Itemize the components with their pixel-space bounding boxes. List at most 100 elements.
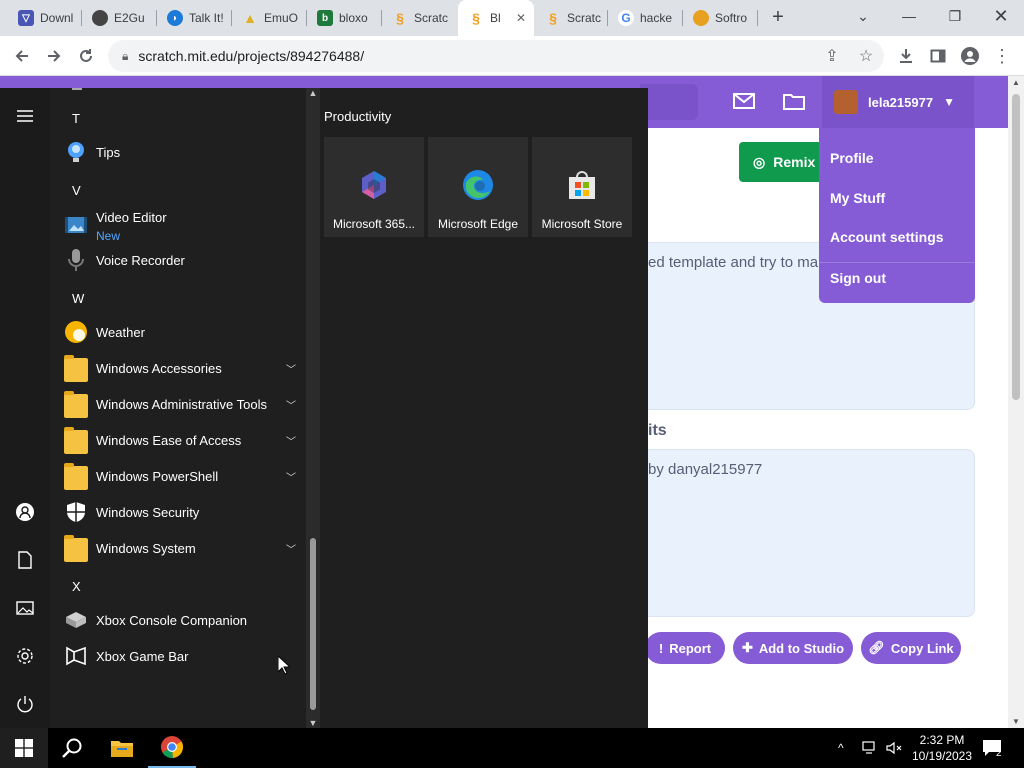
tab-search-icon[interactable]: ⌄ <box>840 0 886 32</box>
app-item-weather[interactable]: Weather <box>62 315 304 349</box>
user-menu-button[interactable]: lela215977 ▼ <box>822 76 974 128</box>
chevron-down-icon[interactable]: ﹀ <box>286 397 296 412</box>
menu-divider <box>819 262 975 263</box>
more-menu-icon[interactable]: ⋮ <box>990 44 1014 68</box>
app-item-voice-recorder[interactable]: Voice Recorder <box>62 243 304 277</box>
restore-button[interactable]: ❐ <box>932 0 978 32</box>
chevron-down-icon[interactable]: ﹀ <box>286 433 296 448</box>
notification-center-icon[interactable]: 2 <box>982 728 1002 768</box>
microsoft-store-icon <box>566 169 598 201</box>
show-hidden-icons-chevron-icon[interactable]: ^ <box>838 728 844 768</box>
browser-tab[interactable]: Ghacke <box>608 0 682 36</box>
copy-link-button[interactable]: 🔗︎ Copy Link <box>861 632 961 664</box>
menu-item-sign-out[interactable]: Sign out <box>830 270 886 286</box>
menu-item-profile[interactable]: Profile <box>830 150 874 166</box>
video-editor-icon <box>64 213 88 237</box>
xbox-console-icon <box>64 608 88 632</box>
chevron-down-icon[interactable]: ﹀ <box>286 469 296 484</box>
letter-header-t[interactable]: T <box>72 111 80 126</box>
scroll-up-arrow-icon[interactable]: ▲ <box>306 88 320 98</box>
minimize-button[interactable]: — <box>886 0 932 32</box>
link-icon: 🔗︎ <box>868 640 885 655</box>
profile-avatar-icon[interactable] <box>958 44 982 68</box>
app-item-windows-administrative-tools[interactable]: Windows Administrative Tools ﹀ <box>62 387 304 421</box>
my-stuff-folder-icon[interactable] <box>782 90 806 112</box>
notification-count: 2 <box>996 748 1002 759</box>
user-account-icon[interactable] <box>13 500 37 524</box>
menu-item-my-stuff[interactable]: My Stuff <box>830 190 885 206</box>
app-item-windows-powershell[interactable]: Windows PowerShell ﹀ <box>62 459 304 493</box>
microsoft-edge-icon <box>462 169 494 201</box>
browser-tab[interactable]: ▽ Downl <box>8 0 82 36</box>
hamburger-menu-icon[interactable] <box>13 104 37 128</box>
browser-tab[interactable]: Softro <box>683 0 757 36</box>
side-panel-icon[interactable] <box>926 44 950 68</box>
settings-gear-icon[interactable] <box>13 644 37 668</box>
app-list-scrollbar-thumb[interactable] <box>310 538 316 710</box>
documents-icon[interactable] <box>13 548 37 572</box>
pinned-tiles: Productivity Microsoft 365... Microsoft … <box>320 88 648 728</box>
browser-tab[interactable]: ▲ EmuO <box>232 0 306 36</box>
lock-icon: 🔒︎ <box>122 48 129 63</box>
network-icon[interactable] <box>862 728 878 768</box>
back-button[interactable] <box>10 44 34 68</box>
tile-microsoft-365[interactable]: Microsoft 365... <box>324 137 424 237</box>
chevron-down-icon[interactable]: ﹀ <box>286 541 296 556</box>
page-scrollbar-thumb[interactable] <box>1012 94 1020 400</box>
app-item-windows-security[interactable]: Windows Security <box>62 495 304 529</box>
app-list-scrollbar[interactable]: ▲ ▼ <box>306 88 320 728</box>
report-button[interactable]: ! Report <box>645 632 725 664</box>
messages-icon[interactable] <box>732 90 756 112</box>
system-clock[interactable]: 2:32 PM 10/19/2023 <box>910 732 974 764</box>
page-scrollbar[interactable]: ▲ ▼ <box>1008 76 1024 728</box>
scratch-favicon-icon: § <box>549 10 557 26</box>
browser-tab[interactable]: ◗ Talk It! <box>157 0 231 36</box>
browser-tab[interactable]: § Scratc <box>382 0 456 36</box>
scratch-favicon-icon: § <box>472 10 480 26</box>
download-icon[interactable] <box>894 44 918 68</box>
app-item-tips[interactable]: Tips <box>62 135 304 169</box>
add-to-studio-button[interactable]: ✚ Add to Studio <box>733 632 853 664</box>
tile-microsoft-store[interactable]: Microsoft Store <box>532 137 632 237</box>
scroll-up-arrow-icon[interactable]: ▲ <box>1008 78 1024 87</box>
forward-button[interactable] <box>42 44 66 68</box>
new-tab-button[interactable]: + <box>766 6 790 30</box>
search-bar[interactable] <box>640 84 698 120</box>
start-button[interactable] <box>0 728 48 768</box>
reload-button[interactable] <box>74 44 98 68</box>
chrome-icon[interactable] <box>148 728 196 768</box>
close-tab-icon[interactable]: ✕ <box>516 11 526 25</box>
menu-item-account-settings[interactable]: Account settings <box>830 229 944 245</box>
letter-header-x[interactable]: X <box>72 579 81 594</box>
app-item-windows-ease-of-access[interactable]: Windows Ease of Access ﹀ <box>62 423 304 457</box>
file-explorer-icon[interactable] <box>98 728 146 768</box>
app-item-windows-system[interactable]: Windows System ﹀ <box>62 531 304 565</box>
microphone-icon <box>64 248 88 272</box>
address-bar[interactable]: 🔒︎ scratch.mit.edu/projects/894276488/ <box>108 40 884 72</box>
app-item-windows-accessories[interactable]: Windows Accessories ﹀ <box>62 351 304 385</box>
search-icon[interactable] <box>48 728 96 768</box>
browser-tab-active[interactable]: § Bl ✕ <box>458 0 534 36</box>
username: lela215977 <box>868 94 934 110</box>
browser-tab[interactable]: b bloxo <box>307 0 381 36</box>
bookmark-star-icon[interactable]: ☆ <box>854 44 878 68</box>
folder-icon <box>64 426 88 454</box>
share-icon[interactable]: ⇪ <box>820 44 844 68</box>
browser-tab[interactable]: E2Gu <box>82 0 156 36</box>
scroll-down-arrow-icon[interactable]: ▼ <box>306 718 320 728</box>
pictures-icon[interactable] <box>13 596 37 620</box>
emu-favicon-icon: ▲ <box>243 10 257 26</box>
chevron-down-icon[interactable]: ﹀ <box>286 361 296 376</box>
tile-microsoft-edge[interactable]: Microsoft Edge <box>428 137 528 237</box>
app-item-xbox-console-companion[interactable]: Xbox Console Companion <box>62 603 304 637</box>
close-window-button[interactable]: ✕ <box>978 0 1024 32</box>
scroll-down-arrow-icon[interactable]: ▼ <box>1008 717 1024 726</box>
clock-date: 10/19/2023 <box>911 749 973 763</box>
app-item-xbox-game-bar[interactable]: Xbox Game Bar <box>62 639 304 673</box>
letter-header-w[interactable]: W <box>72 291 84 306</box>
letter-header-v[interactable]: V <box>72 183 81 198</box>
volume-muted-icon[interactable] <box>886 728 902 768</box>
app-item-video-editor[interactable]: Video Editor New <box>62 207 304 247</box>
power-icon[interactable] <box>13 692 37 716</box>
browser-tab[interactable]: § Scratc <box>535 0 607 36</box>
